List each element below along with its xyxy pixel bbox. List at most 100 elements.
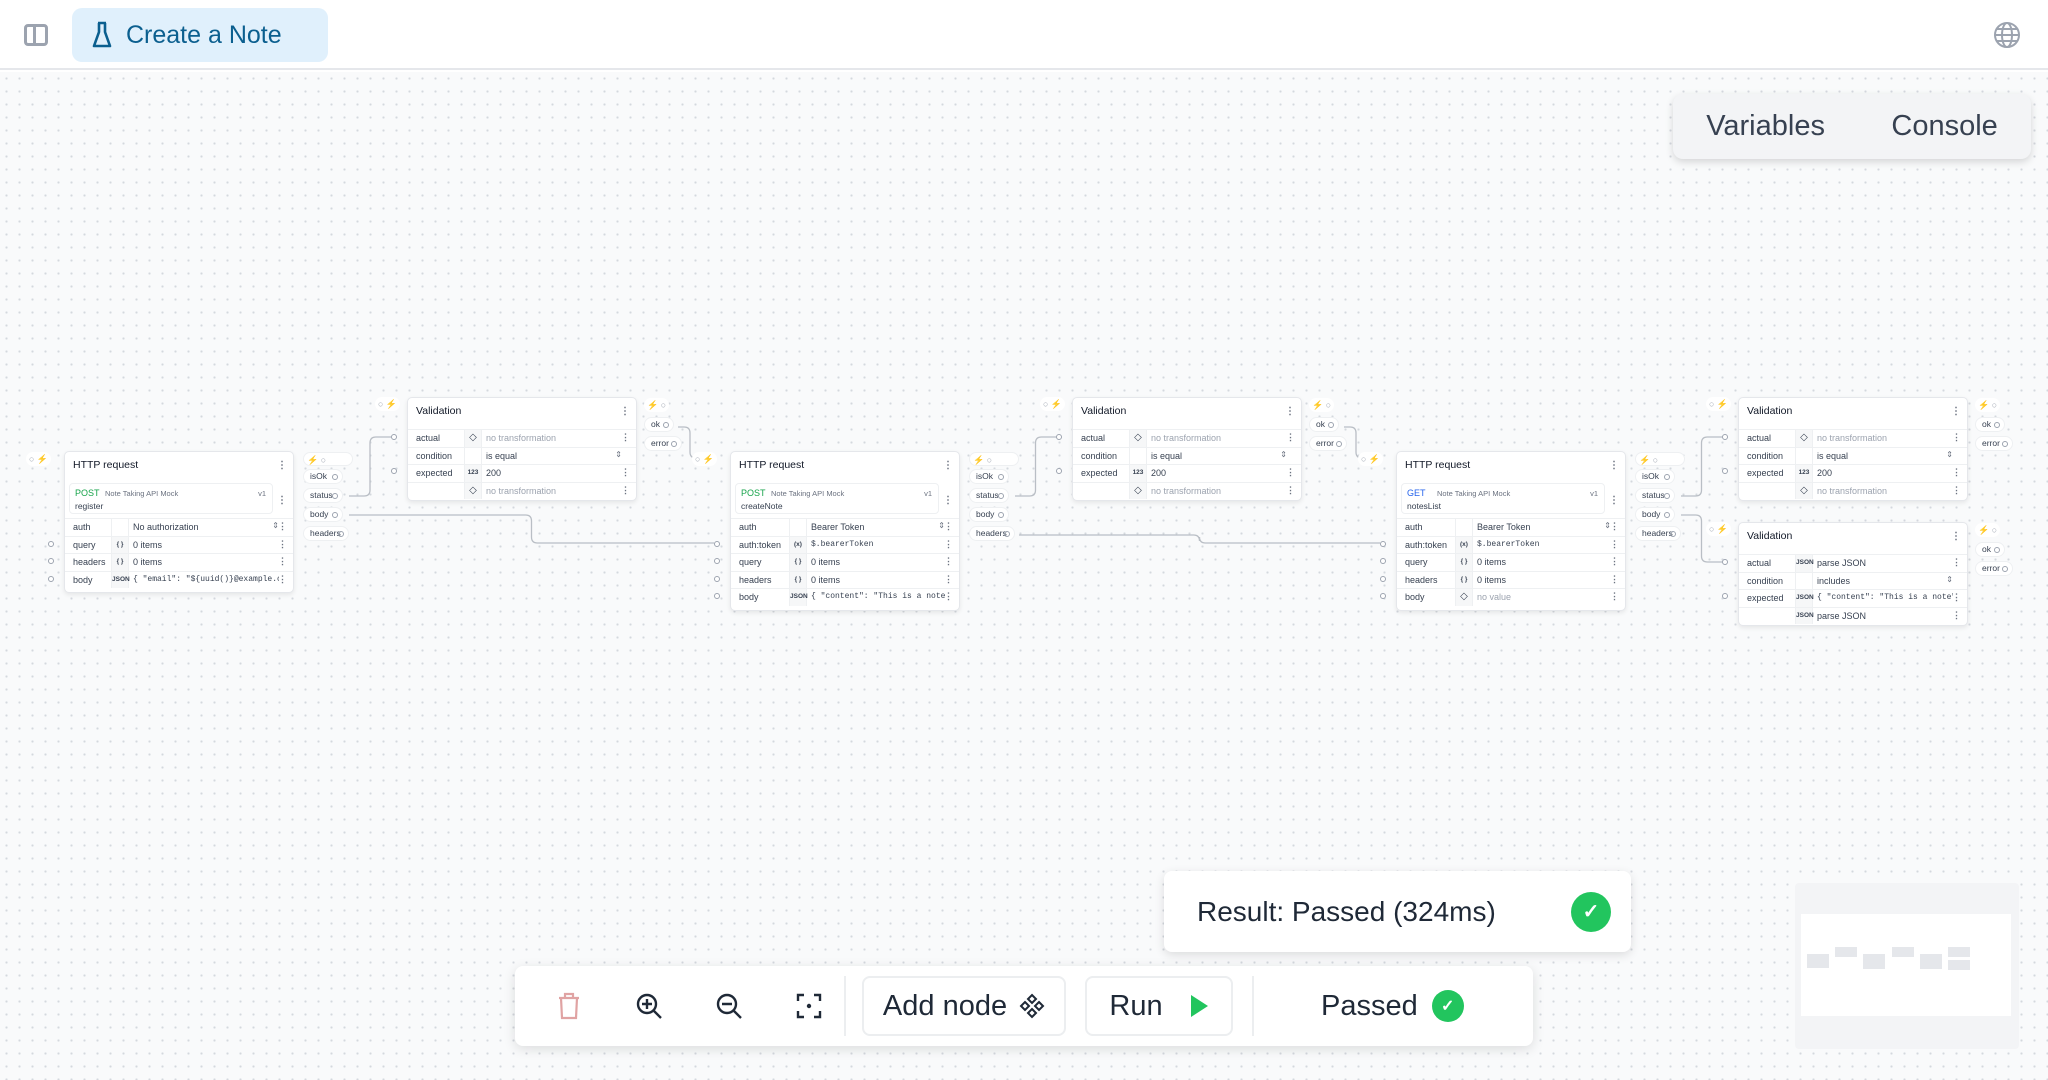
output-port-body[interactable]: body <box>1635 507 1675 522</box>
input-port[interactable] <box>48 575 54 582</box>
trigger-port[interactable]: ⚡ ○ <box>1975 523 2001 537</box>
endpoint-selector[interactable]: POST Note Taking API Mock v1 register <box>69 483 273 514</box>
row-value[interactable]: Bearer Token <box>1477 522 1611 532</box>
output-port-error[interactable]: error <box>644 436 682 451</box>
output-port-isOk[interactable]: isOk <box>303 469 343 484</box>
trigger-port[interactable]: ⚡ ○ <box>1635 452 1685 466</box>
node-row-headers[interactable]: headers { } 0 items ⋮ <box>731 570 959 588</box>
node-row-expected[interactable]: expected 123 200 ⋮ <box>408 464 636 482</box>
chevron-updown-icon[interactable]: ⇕ <box>1946 575 1953 584</box>
add-node-button[interactable]: Add node <box>862 976 1066 1036</box>
input-port[interactable] <box>1380 593 1386 599</box>
kebab-menu-icon[interactable]: ⋮ <box>1952 432 1961 443</box>
trash-icon[interactable] <box>551 988 587 1024</box>
node-row-auth:token[interactable]: auth:token (x) $.bearerToken ⋮ <box>731 535 959 553</box>
input-port[interactable] <box>391 434 397 440</box>
kebab-menu-icon[interactable]: ⋮ <box>944 521 953 532</box>
minimap[interactable] <box>1795 883 2019 1049</box>
trigger-port[interactable]: ○ ⚡ <box>1358 452 1384 466</box>
port-circle[interactable] <box>998 493 1004 499</box>
output-port-ok[interactable]: ok <box>644 417 674 432</box>
kebab-menu-icon[interactable]: ⋮ <box>278 556 287 567</box>
port-circle[interactable] <box>1336 441 1342 447</box>
sidebar-toggle-icon[interactable] <box>24 24 48 46</box>
input-port[interactable] <box>1380 540 1386 547</box>
port-circle[interactable] <box>1004 531 1010 537</box>
kebab-menu-icon[interactable]: ⋮ <box>621 432 630 443</box>
kebab-menu-icon[interactable]: ⋮ <box>1610 521 1619 532</box>
kebab-menu-icon[interactable]: ⋮ <box>1285 406 1295 417</box>
kebab-menu-icon[interactable]: ⋮ <box>278 539 287 550</box>
output-port-error[interactable]: error <box>1975 436 2013 451</box>
kebab-menu-icon[interactable]: ⋮ <box>277 495 287 506</box>
trigger-port[interactable]: ⚡ ○ <box>1309 398 1335 412</box>
trigger-port[interactable]: ⚡ ○ <box>1975 398 2001 412</box>
kebab-menu-icon[interactable]: ⋮ <box>943 495 953 506</box>
port-circle[interactable] <box>1670 531 1676 537</box>
kebab-menu-icon[interactable]: ⋮ <box>944 539 953 550</box>
input-port[interactable] <box>1722 468 1728 474</box>
trigger-port[interactable]: ○ ⚡ <box>1706 522 1732 536</box>
port-circle[interactable] <box>998 474 1004 480</box>
minimap-viewport[interactable] <box>1801 914 2011 1016</box>
flow-title-tab[interactable]: Create a Note <box>72 8 328 62</box>
row-value[interactable]: is equal <box>486 451 622 461</box>
node-row-expected[interactable]: expected 123 200 ⋮ <box>1739 464 1967 482</box>
kebab-menu-icon[interactable]: ⋮ <box>943 460 953 471</box>
node-row-expected[interactable]: expected 123 200 ⋮ <box>1073 464 1301 482</box>
node-row-body[interactable]: body JSON{ "email": "${uuid()}@example.cc… <box>65 570 293 588</box>
trigger-port[interactable]: ○ ⚡ <box>1040 397 1066 411</box>
port-circle[interactable] <box>2002 566 2008 572</box>
output-port-error[interactable]: error <box>1975 561 2013 576</box>
kebab-menu-icon[interactable]: ⋮ <box>1951 531 1961 542</box>
node-row-transform[interactable]: ◇ no transformation ⋮ <box>408 481 636 499</box>
row-value[interactable]: Bearer Token <box>811 522 945 532</box>
node-row-actual[interactable]: actual ◇ no transformation ⋮ <box>408 429 636 447</box>
port-circle[interactable] <box>338 531 344 537</box>
node-row-transform[interactable]: ◇ no transformation ⋮ <box>1739 481 1967 499</box>
kebab-menu-icon[interactable]: ⋮ <box>944 574 953 585</box>
node-row-expected[interactable]: expected JSON{ "content": "This is a note… <box>1739 589 1967 607</box>
node-row-actual[interactable]: actual JSON parse JSON ⋮ <box>1739 554 1967 572</box>
input-port[interactable] <box>714 575 720 582</box>
input-port[interactable] <box>1056 434 1062 440</box>
tab-variables[interactable]: Variables <box>1706 110 1825 143</box>
node-row-condition[interactable]: condition is equal ⇕ <box>408 446 636 464</box>
kebab-menu-icon[interactable]: ⋮ <box>278 574 287 585</box>
node-row-condition[interactable]: condition includes ⇕ <box>1739 571 1967 589</box>
chevron-updown-icon[interactable]: ⇕ <box>1280 450 1287 459</box>
node-row-transform[interactable]: ◇ no transformation ⋮ <box>1073 481 1301 499</box>
node-row-transform[interactable]: JSON parse JSON ⋮ <box>1739 606 1967 624</box>
node-row-auth[interactable]: auth Bearer Token ⇕ ⋮ <box>1397 518 1625 536</box>
row-value[interactable]: is equal <box>1151 451 1287 461</box>
run-button[interactable]: Run <box>1085 976 1233 1036</box>
kebab-menu-icon[interactable]: ⋮ <box>278 521 287 532</box>
input-port[interactable] <box>1722 434 1728 440</box>
kebab-menu-icon[interactable]: ⋮ <box>1286 467 1295 478</box>
port-circle[interactable] <box>1994 547 2000 553</box>
row-value[interactable]: No authorization <box>133 522 279 532</box>
chevron-updown-icon[interactable]: ⇕ <box>1946 450 1953 459</box>
input-port[interactable] <box>48 558 54 564</box>
port-circle[interactable] <box>1328 422 1334 428</box>
output-port-ok[interactable]: ok <box>1975 542 2005 557</box>
endpoint-selector[interactable]: POST Note Taking API Mock v1 createNote <box>735 483 939 514</box>
port-circle[interactable] <box>332 474 338 480</box>
input-port[interactable] <box>391 468 397 474</box>
node-row-query[interactable]: query { } 0 items ⋮ <box>65 535 293 553</box>
node-row-query[interactable]: query { } 0 items ⋮ <box>1397 553 1625 571</box>
kebab-menu-icon[interactable]: ⋮ <box>1952 557 1961 568</box>
validation-node[interactable]: Validation ⋮ actual ◇ no transformation ⋮ cond… <box>407 397 637 501</box>
kebab-menu-icon[interactable]: ⋮ <box>1610 539 1619 550</box>
kebab-menu-icon[interactable]: ⋮ <box>1952 592 1961 603</box>
output-port-body[interactable]: body <box>303 507 343 522</box>
kebab-menu-icon[interactable]: ⋮ <box>1610 591 1619 602</box>
kebab-menu-icon[interactable]: ⋮ <box>621 467 630 478</box>
http-request-node[interactable]: HTTP request ⋮ POST Note Taking API Mock v1 c… <box>730 451 960 611</box>
port-circle[interactable] <box>2002 441 2008 447</box>
zoom-out-icon[interactable] <box>711 988 747 1024</box>
node-row-auth[interactable]: auth No authorization ⇕ ⋮ <box>65 518 293 536</box>
input-port[interactable] <box>1722 593 1728 599</box>
output-port-body[interactable]: body <box>969 507 1009 522</box>
node-row-condition[interactable]: condition is equal ⇕ <box>1073 446 1301 464</box>
